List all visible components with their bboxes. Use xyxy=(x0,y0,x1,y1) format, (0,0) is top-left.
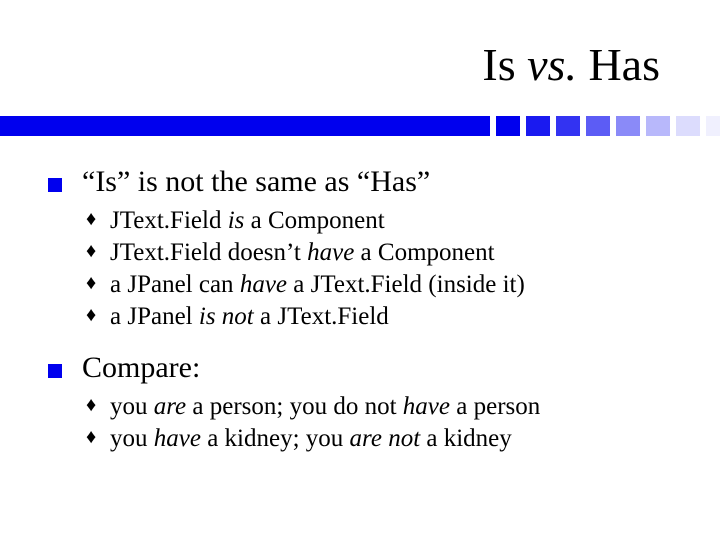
bullet-level2: ♦ JText.Field is a Component xyxy=(82,205,680,237)
bullet-level1: “Is” is not the same as “Has” xyxy=(48,165,680,199)
bullet-level2-text: you have a kidney; you are not a kidney xyxy=(110,425,512,452)
bullet-level1-text: “Is” is not the same as “Has” xyxy=(82,165,430,198)
slide-title: Is vs. Has xyxy=(482,38,660,91)
bullet-level2-text: JText.Field is a Component xyxy=(110,207,385,234)
title-part-vs: vs. xyxy=(527,39,577,90)
bullet-level2-text: you are a person; you do not have a pers… xyxy=(110,393,540,420)
diamond-bullet-icon: ♦ xyxy=(86,271,96,297)
bullet-level2-text: a JPanel is not a JText.Field xyxy=(110,303,389,330)
bullet-level2: ♦ a JPanel is not a JText.Field xyxy=(82,301,680,333)
diamond-bullet-icon: ♦ xyxy=(86,303,96,329)
bullet-level1-text: Compare: xyxy=(82,351,200,384)
accent-bar-seg xyxy=(646,116,670,136)
bullet-level2: ♦ a JPanel can have a JText.Field (inside… xyxy=(82,269,680,301)
bullet-level2: ♦ JText.Field doesn’t have a Component xyxy=(82,237,680,269)
bullet-level1: Compare: xyxy=(48,351,680,385)
square-bullet-icon xyxy=(48,178,62,192)
slide: Is vs. Has “Is” is not the same as “Has”… xyxy=(0,0,720,540)
sub-list: ♦ you are a person; you do not have a per… xyxy=(82,391,680,455)
bullet-level2-text: a JPanel can have a JText.Field (inside … xyxy=(110,271,525,298)
title-part-b: Has xyxy=(577,39,660,90)
diamond-bullet-icon: ♦ xyxy=(86,393,96,419)
bullet-level2: ♦ you have a kidney; you are not a kidney xyxy=(82,423,680,455)
accent-bar xyxy=(0,116,720,136)
accent-bar-seg xyxy=(706,116,720,136)
accent-bar-seg xyxy=(526,116,550,136)
bullet-level2: ♦ you are a person; you do not have a per… xyxy=(82,391,680,423)
square-bullet-icon xyxy=(48,364,62,378)
accent-bar-main xyxy=(0,116,490,136)
bullet-level2-text: JText.Field doesn’t have a Component xyxy=(110,239,495,266)
accent-bar-seg xyxy=(496,116,520,136)
accent-bar-seg xyxy=(586,116,610,136)
slide-body: “Is” is not the same as “Has” ♦ JText.Fiel… xyxy=(48,165,680,473)
diamond-bullet-icon: ♦ xyxy=(86,425,96,451)
accent-bar-seg xyxy=(676,116,700,136)
accent-bar-seg xyxy=(556,116,580,136)
accent-bar-seg xyxy=(616,116,640,136)
sub-list: ♦ JText.Field is a Component ♦ JText.Field … xyxy=(82,205,680,333)
diamond-bullet-icon: ♦ xyxy=(86,207,96,233)
title-part-a: Is xyxy=(482,39,527,90)
diamond-bullet-icon: ♦ xyxy=(86,239,96,265)
